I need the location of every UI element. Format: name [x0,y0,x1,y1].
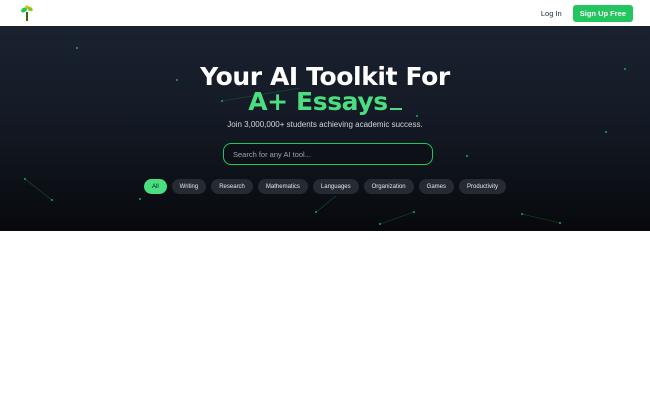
category-chip-all[interactable]: All [143,179,167,194]
signup-button[interactable]: Sign Up Free [572,4,633,22]
category-chip-mathematics[interactable]: Mathematics [257,179,308,194]
category-chip-organization[interactable]: Organization [363,179,414,194]
category-chip-writing[interactable]: Writing [171,179,207,194]
top-nav: Log In Sign Up Free [0,0,650,26]
typing-cursor [389,108,402,110]
hero-section: Your AI Toolkit For A+ Essays Join 3,000… [0,26,650,231]
nav-actions: Log In Sign Up Free [541,4,633,22]
category-chip-productivity[interactable]: Productivity [459,179,507,194]
hero-headline-line1: Your AI Toolkit For [200,62,450,91]
category-chip-games[interactable]: Games [418,179,454,194]
hero-subtitle: Join 3,000,000+ students achieving acade… [227,120,423,129]
category-filter-bar: All Writing Research Mathematics Languag… [0,179,650,194]
hero-headline-line2: A+ Essays [0,89,650,114]
login-link[interactable]: Log In [541,9,562,18]
category-chip-research[interactable]: Research [211,179,253,194]
category-chip-languages[interactable]: Languages [312,179,359,194]
plant-logo-icon[interactable] [20,5,34,21]
tool-search-input[interactable] [223,143,433,165]
hero-headline-highlight: A+ Essays [248,87,388,116]
